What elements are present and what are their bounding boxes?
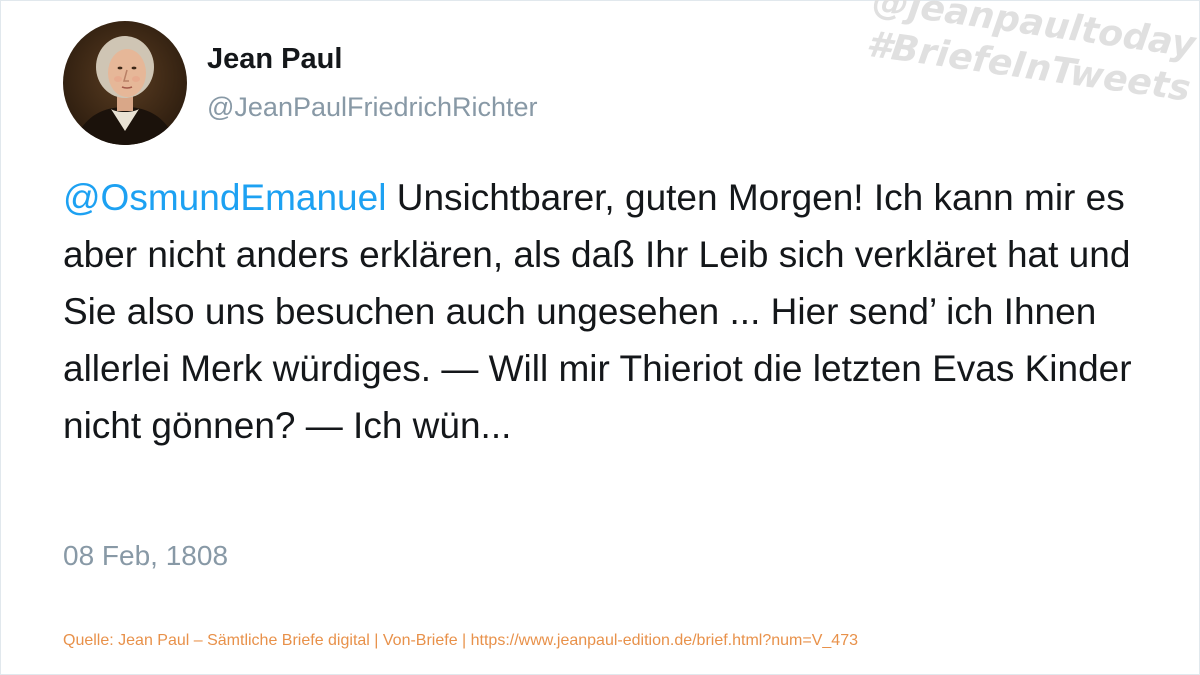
portrait-icon [73, 36, 177, 145]
source-credit: Quelle: Jean Paul – Sämtliche Briefe dig… [63, 632, 858, 649]
tweet-date: 08 Feb, 1808 [63, 540, 229, 571]
watermark: @jeanpaultoday #BriefeInTweets [856, 0, 1198, 160]
tweet-card: Jean Paul @JeanPaulFriedrichRichter @jea… [0, 0, 1200, 675]
avatar[interactable] [63, 21, 187, 145]
tweet-text: @OsmundEmanuel Unsichtbarer, guten Morge… [63, 169, 1153, 454]
display-name[interactable]: Jean Paul [207, 41, 342, 77]
user-handle[interactable]: @JeanPaulFriedrichRichter [207, 90, 538, 124]
mention-link[interactable]: @OsmundEmanuel [63, 177, 386, 218]
